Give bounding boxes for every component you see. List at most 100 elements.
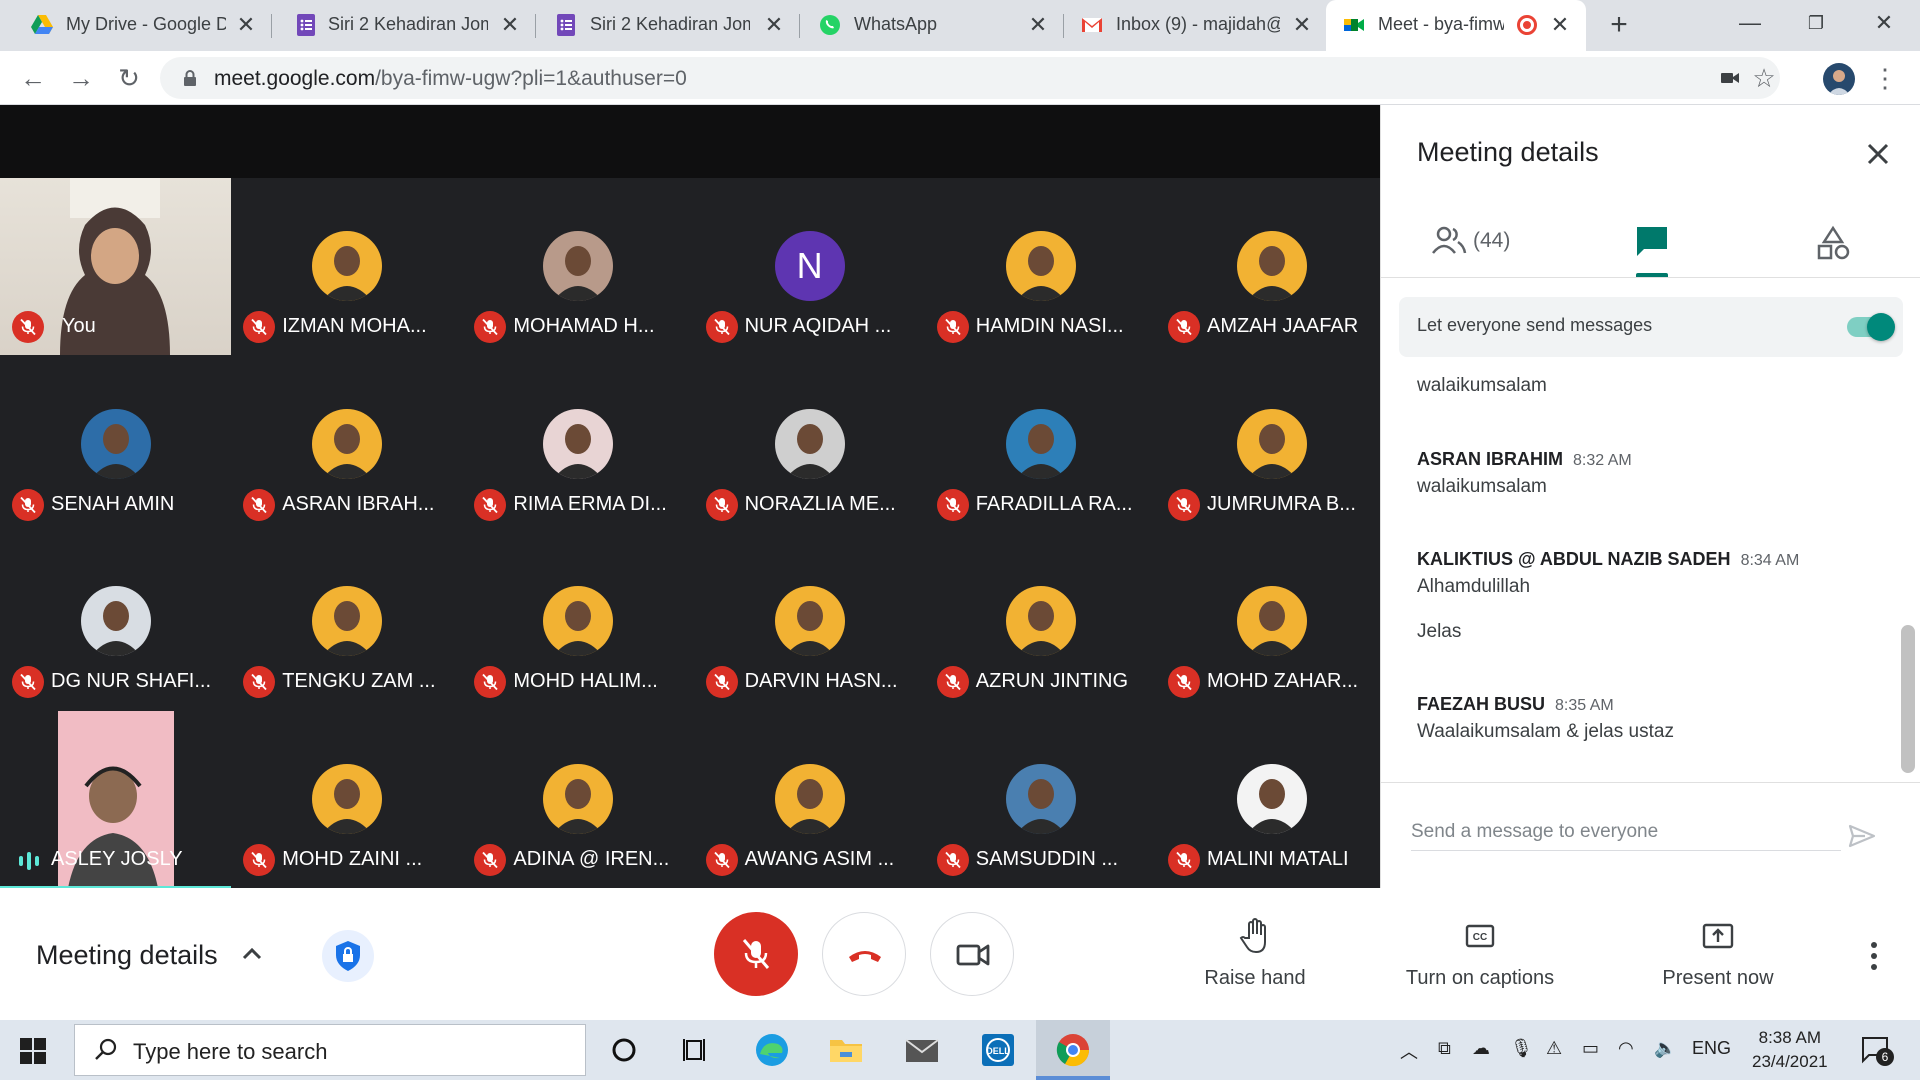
participant-tile[interactable]: MOHD ZAINI ... [231, 711, 462, 888]
leave-call-button[interactable] [822, 912, 906, 996]
captions-button[interactable]: CC Turn on captions [1400, 916, 1560, 990]
tab-meet[interactable]: Meet - bya-fimw ✕ [1326, 0, 1586, 51]
cortana-icon[interactable] [604, 1030, 644, 1070]
send-messages-toggle[interactable] [1847, 313, 1895, 341]
taskbar-search-box[interactable]: Type here to search [74, 1024, 586, 1076]
host-controls-button[interactable] [322, 930, 374, 982]
send-icon[interactable] [1847, 821, 1877, 851]
tab-gmail[interactable]: Inbox (9) - majidah@ ✕ [1064, 0, 1328, 51]
tab-siri-2-a[interactable]: Siri 2 Kehadiran Jom ✕ [272, 0, 536, 51]
meeting-details-panel: Meeting details (44) Let everyone send m… [1380, 105, 1920, 888]
tab-activities[interactable] [1815, 225, 1851, 281]
avatar-photo-icon [774, 408, 845, 479]
meeting-details-button[interactable]: Meeting details [36, 940, 218, 971]
participant-tile[interactable]: AWANG ASIM ... [694, 711, 925, 888]
muted-indicator [243, 666, 276, 698]
let-everyone-send-messages-row: Let everyone send messages [1399, 297, 1903, 357]
camera-button[interactable] [930, 912, 1014, 996]
mic-off-button[interactable] [714, 912, 798, 996]
reload-button[interactable]: ↻ [114, 63, 144, 93]
back-button[interactable]: ← [18, 63, 48, 93]
participant-tile[interactable]: ADINA @ IREN... [462, 711, 693, 888]
participant-tile[interactable]: AZRUN JINTING [925, 533, 1156, 710]
tab-my-drive[interactable]: My Drive - Google D ✕ [0, 0, 272, 51]
screen: My Drive - Google D ✕ Siri 2 Kehadiran J… [0, 0, 1920, 1080]
profile-avatar[interactable] [1823, 63, 1855, 95]
onedrive-icon[interactable]: ☁ [1472, 1038, 1490, 1059]
participant-tile[interactable]: DG NUR SHAFI... [0, 533, 231, 710]
taskbar-active-app[interactable] [1036, 1020, 1110, 1080]
participant-tile[interactable]: JUMRUMRA B... [1156, 356, 1387, 533]
participant-tile[interactable]: FARADILLA RA... [925, 356, 1156, 533]
bookmark-star-icon[interactable]: ☆ [1752, 65, 1776, 91]
minimize-button[interactable]: — [1730, 8, 1770, 38]
present-now-button[interactable]: Present now [1656, 916, 1780, 990]
participant-tile[interactable]: RIMA ERMA DI... [462, 356, 693, 533]
muted-indicator [1168, 843, 1200, 876]
participant-tile[interactable]: ASRAN IBRAH... [231, 356, 462, 533]
camera-blocked-icon[interactable] [1718, 66, 1742, 90]
restore-button[interactable]: ❐ [1796, 8, 1836, 38]
tab-people[interactable]: (44) [1431, 225, 1551, 281]
participant-tile[interactable]: IZMAN MOHA... [231, 178, 462, 355]
new-tab-button[interactable]: + [1604, 10, 1634, 41]
participant-tile[interactable]: TENGKU ZAM ... [231, 533, 462, 710]
meet-now-icon[interactable]: ⧉ [1438, 1038, 1451, 1059]
mic-off-icon [1176, 496, 1192, 513]
language-indicator[interactable]: ENG [1692, 1038, 1731, 1059]
participant-tile[interactable]: SAMSUDDIN ... [925, 711, 1156, 888]
mic-off-icon [20, 318, 36, 336]
participant-name: MOHD HALIM... [513, 670, 658, 692]
participant-tile[interactable]: HAMDIN NASI... [925, 178, 1156, 355]
notifications-button[interactable]: 6 [1860, 1034, 1894, 1068]
dell-app-icon[interactable]: DELL [978, 1030, 1018, 1070]
participant-tile[interactable]: SENAH AMIN [0, 356, 231, 533]
participant-name: ADINA @ IREN... [513, 847, 670, 870]
chat-scrollbar[interactable] [1901, 625, 1915, 773]
address-bar[interactable]: meet.google.com/bya-fimw-ugw?pli=1&authu… [160, 57, 1780, 99]
tab-close-icon[interactable]: ✕ [1290, 13, 1314, 37]
participant-tile[interactable]: MOHAMAD H... [462, 178, 693, 355]
browser-menu-button[interactable]: ⋮ [1872, 63, 1898, 93]
mic-off-icon [945, 318, 961, 336]
participant-tile[interactable]: MOHD HALIM... [462, 533, 693, 710]
participant-tile[interactable]: ASLEY JOSLY [0, 710, 231, 892]
participant-tile[interactable]: MOHD ZAHAR... [1156, 533, 1387, 710]
task-view-icon[interactable] [676, 1030, 716, 1070]
microphone-icon[interactable]: 🎙 [1510, 1038, 1533, 1059]
wifi-icon[interactable]: ◠ [1618, 1038, 1634, 1059]
participant-tile[interactable]: AMZAH JAAFAR [1156, 178, 1387, 355]
edge-browser-icon[interactable] [752, 1030, 792, 1070]
close-window-button[interactable]: ✕ [1864, 8, 1904, 38]
more-options-icon[interactable] [1864, 940, 1884, 972]
file-explorer-icon[interactable] [826, 1030, 866, 1070]
participant-tile[interactable]: NORAZLIA ME... [694, 356, 925, 533]
gmail-icon [1082, 18, 1102, 32]
close-icon[interactable] [1863, 139, 1893, 169]
tab-close-icon[interactable]: ✕ [1026, 13, 1050, 37]
tab-siri-2-b[interactable]: Siri 2 Kehadiran Jom ✕ [536, 0, 800, 51]
raise-hand-button[interactable]: Raise hand [1200, 916, 1310, 990]
chat-input[interactable]: Send a message to everyone [1411, 817, 1841, 851]
participant-tile[interactable]: DARVIN HASN... [694, 533, 925, 710]
toggle-knob [1867, 313, 1895, 341]
speaker-icon[interactable]: 🔈 [1654, 1038, 1676, 1059]
participant-tile[interactable]: N NUR AQIDAH ... [694, 178, 925, 355]
chevron-up-icon[interactable] [240, 942, 264, 966]
mail-icon[interactable] [902, 1030, 942, 1070]
participant-tile[interactable]: MALINI MATALI [1156, 711, 1387, 888]
mic-off-icon [945, 851, 961, 868]
tab-close-icon[interactable]: ✕ [234, 13, 258, 37]
tab-close-icon[interactable]: ✕ [498, 13, 522, 37]
participant-name: AWANG ASIM ... [744, 847, 895, 870]
battery-icon[interactable]: ▭ [1582, 1038, 1599, 1059]
tab-whatsapp[interactable]: WhatsApp ✕ [800, 0, 1064, 51]
tab-close-icon[interactable]: ✕ [762, 13, 786, 37]
participant-tile[interactable]: You [0, 178, 231, 355]
windows-start-icon[interactable] [20, 1038, 46, 1064]
tab-close-icon[interactable]: ✕ [1548, 13, 1572, 37]
forward-button[interactable]: → [66, 63, 96, 93]
network-warning-icon[interactable]: ⚠ [1546, 1038, 1562, 1059]
show-hidden-icons-icon[interactable]: ︿ [1400, 1038, 1418, 1064]
system-clock[interactable]: 8:38 AM 23/4/2021 [1752, 1026, 1828, 1074]
